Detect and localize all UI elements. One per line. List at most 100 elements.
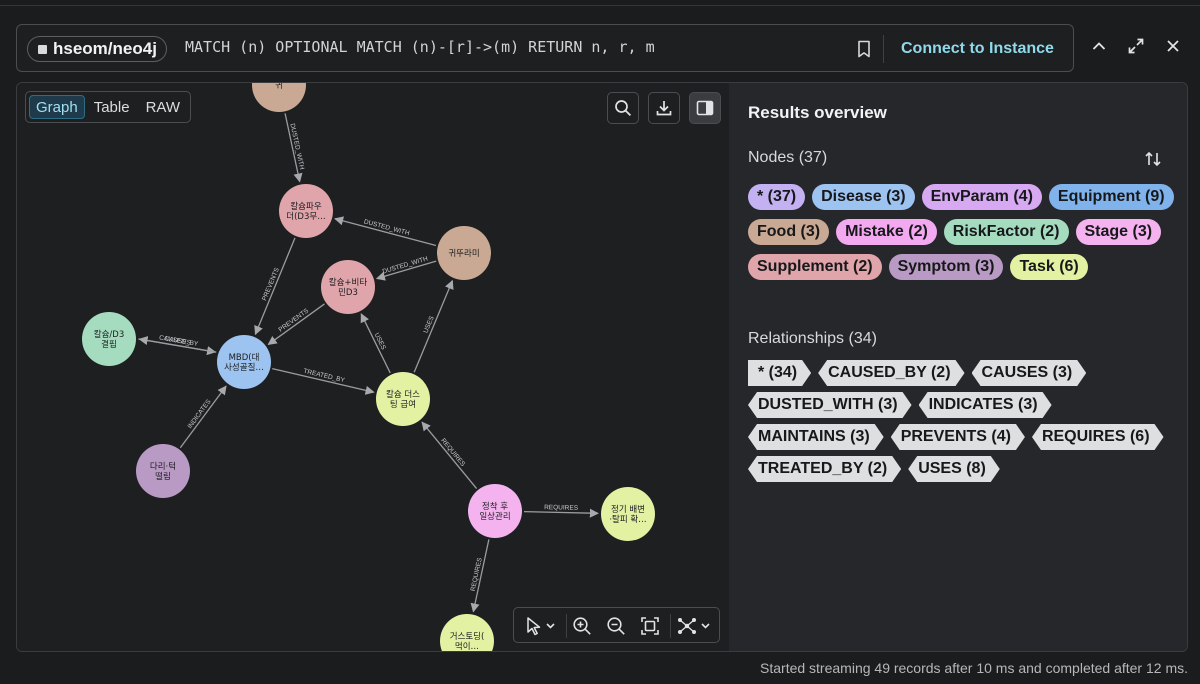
results-overview-panel: Results overview Nodes (37) * (37) Diseas…: [729, 83, 1187, 651]
node-label-chip[interactable]: Task (6): [1010, 254, 1088, 280]
relationship-type-chip[interactable]: REQUIRES (6): [1032, 424, 1164, 450]
graph-node[interactable]: MBD(대사성골질…: [217, 335, 271, 389]
node-caption: 귀: [275, 83, 283, 91]
graph-canvas[interactable]: DUSTED_WITH DUSTED_WITH DUSTED_WITH PREVENT…: [17, 83, 729, 652]
relationship-edge[interactable]: REQUIRES: [421, 421, 478, 490]
relationship-label: DUSTED_WITH: [288, 123, 305, 171]
node-caption: MBD(대: [229, 353, 260, 363]
status-message: Started streaming 49 records after 10 ms…: [760, 660, 1188, 676]
query-bar-divider: [883, 35, 884, 63]
node-caption: 정착 후: [482, 501, 508, 512]
graph-visualization[interactable]: DUSTED_WITH DUSTED_WITH DUSTED_WITH PREVENT…: [17, 83, 729, 652]
sort-icon[interactable]: [1141, 147, 1165, 171]
stop-square-icon: [38, 44, 47, 54]
relationship-edge[interactable]: DUSTED_WITH: [284, 113, 305, 183]
relationship-label: REQUIRES: [544, 504, 579, 512]
zoom-out-icon[interactable]: [604, 614, 628, 638]
graph-node[interactable]: 칼슘파우더(D3무…: [279, 184, 333, 238]
relationship-type-chip[interactable]: USES (8): [908, 456, 1000, 482]
download-button[interactable]: [648, 92, 680, 124]
relationship-type-chip[interactable]: CAUSED_BY (2): [818, 360, 964, 386]
relationship-edge[interactable]: REQUIRES: [470, 539, 490, 613]
relationship-type-chip[interactable]: TREATED_BY (2): [748, 456, 901, 482]
close-icon[interactable]: [1161, 34, 1185, 58]
top-divider: [0, 0, 1200, 6]
graph-node[interactable]: 정착 후일상관리: [468, 484, 522, 538]
relationship-edge[interactable]: USES: [413, 279, 454, 373]
chevron-up-icon[interactable]: [1087, 34, 1111, 58]
connect-to-instance-button[interactable]: Connect to Instance: [901, 37, 1054, 61]
node-caption: 팅 급여: [390, 399, 416, 410]
node-label-chip[interactable]: * (37): [748, 184, 806, 210]
node-caption: 떨림: [155, 471, 171, 482]
graph-node[interactable]: 귀: [252, 83, 306, 112]
node-label-chip[interactable]: Disease (3): [812, 184, 915, 210]
relationship-label: INDICATES: [187, 398, 213, 430]
node-caption: 다리·턱: [150, 461, 176, 472]
node-caption: 칼슘 더스: [386, 390, 420, 400]
app-window: hseom/neo4j MATCH (n) OPTIONAL MATCH (n)…: [0, 0, 1200, 684]
node-label-list: * (37) Disease (3) EnvParam (4) Equipment (…: [748, 184, 1178, 280]
relationship-type-chip[interactable]: INDICATES (3): [919, 392, 1052, 418]
node-label-chip[interactable]: EnvParam (4): [921, 184, 1042, 210]
relationship-type-chip[interactable]: MAINTAINS (3): [748, 424, 884, 450]
node-label-chip[interactable]: Equipment (9): [1048, 184, 1174, 210]
relationship-edge[interactable]: DUSTED_WITH: [334, 216, 437, 247]
node-label-chip[interactable]: Supplement (2): [748, 254, 882, 280]
node-caption: 사성골질…: [224, 362, 264, 373]
node-caption: 귀뚜라미: [448, 248, 479, 259]
bookmark-icon[interactable]: [852, 37, 876, 61]
expand-icon[interactable]: [1124, 34, 1148, 58]
relationship-edge[interactable]: REQUIRES: [523, 504, 599, 518]
node-label-chip[interactable]: Stage (3): [1075, 219, 1162, 245]
query-bar[interactable]: hseom/neo4j MATCH (n) OPTIONAL MATCH (n)…: [16, 24, 1074, 72]
toggle-panel-button[interactable]: [689, 92, 721, 124]
node-caption: 칼슘/D3: [94, 330, 124, 340]
node-label-chip[interactable]: Mistake (2): [836, 219, 937, 245]
side-panel-icon: [696, 100, 714, 116]
relationship-edge[interactable]: DUSTED_WITH: [375, 255, 437, 281]
tab-graph[interactable]: Graph: [29, 95, 85, 119]
relationship-type-chip[interactable]: DUSTED_WITH (3): [748, 392, 912, 418]
relationship-type-list: * (34) CAUSED_BY (2) CAUSES (3) DUSTED_WITH…: [748, 360, 1178, 482]
graph-node[interactable]: 다리·턱떨림: [136, 444, 190, 498]
tab-raw[interactable]: RAW: [139, 95, 187, 119]
node-label-chip[interactable]: RiskFactor (2): [943, 219, 1069, 245]
result-frame: DUSTED_WITH DUSTED_WITH DUSTED_WITH PREVENT…: [16, 82, 1188, 652]
overview-title: Results overview: [748, 103, 887, 122]
graph-node[interactable]: 칼슘 더스팅 급여: [376, 372, 430, 426]
node-caption: 결핍: [101, 339, 117, 350]
relationship-type-chip[interactable]: CAUSES (3): [972, 360, 1087, 386]
node-caption: 일상관리: [479, 511, 510, 522]
zoom-in-icon[interactable]: [570, 614, 594, 638]
graph-node[interactable]: 귀뚜라미: [437, 226, 491, 280]
relationship-type-chip[interactable]: PREVENTS (4): [891, 424, 1025, 450]
node-label-chip[interactable]: Symptom (3): [888, 254, 1004, 280]
relationship-edge[interactable]: PREVENTS: [267, 303, 325, 345]
relationship-label: TREATED_BY: [303, 368, 346, 385]
tab-table[interactable]: Table: [87, 95, 137, 119]
pointer-icon[interactable]: [522, 614, 560, 638]
layout-icon[interactable]: [674, 614, 716, 638]
graph-toolbar: [513, 607, 720, 643]
query-editor[interactable]: MATCH (n) OPTIONAL MATCH (n)-[r]->(m) RE…: [185, 38, 655, 56]
node-caption: 정기 배변: [611, 504, 645, 515]
graph-node[interactable]: 칼슘/D3결핍: [82, 312, 136, 366]
node-label-chip[interactable]: Food (3): [748, 219, 830, 245]
toolbar-separator: [566, 614, 567, 638]
relationship-edge[interactable]: USES: [360, 313, 391, 374]
relationship-label: PREVENTS: [278, 307, 311, 334]
relationship-edge[interactable]: TREATED_BY: [272, 368, 375, 395]
node-caption: 거스토딩(: [450, 631, 485, 642]
relationship-edge[interactable]: INDICATES: [179, 385, 227, 449]
database-name: hseom/neo4j: [53, 39, 157, 58]
relationship-type-chip[interactable]: * (34): [748, 360, 811, 386]
relationship-edge[interactable]: CAUSED_BY: [138, 334, 217, 353]
fit-screen-icon[interactable]: [638, 614, 662, 638]
graph-node[interactable]: 거스토딩(먹이…: [440, 614, 494, 652]
graph-node[interactable]: 정기 배변·탈피 확…: [601, 487, 655, 541]
search-button[interactable]: [607, 92, 639, 124]
graph-node[interactable]: 칼슘+비타민D3: [321, 260, 375, 314]
database-badge[interactable]: hseom/neo4j: [27, 36, 167, 62]
nodes-heading: Nodes (37): [748, 149, 828, 166]
